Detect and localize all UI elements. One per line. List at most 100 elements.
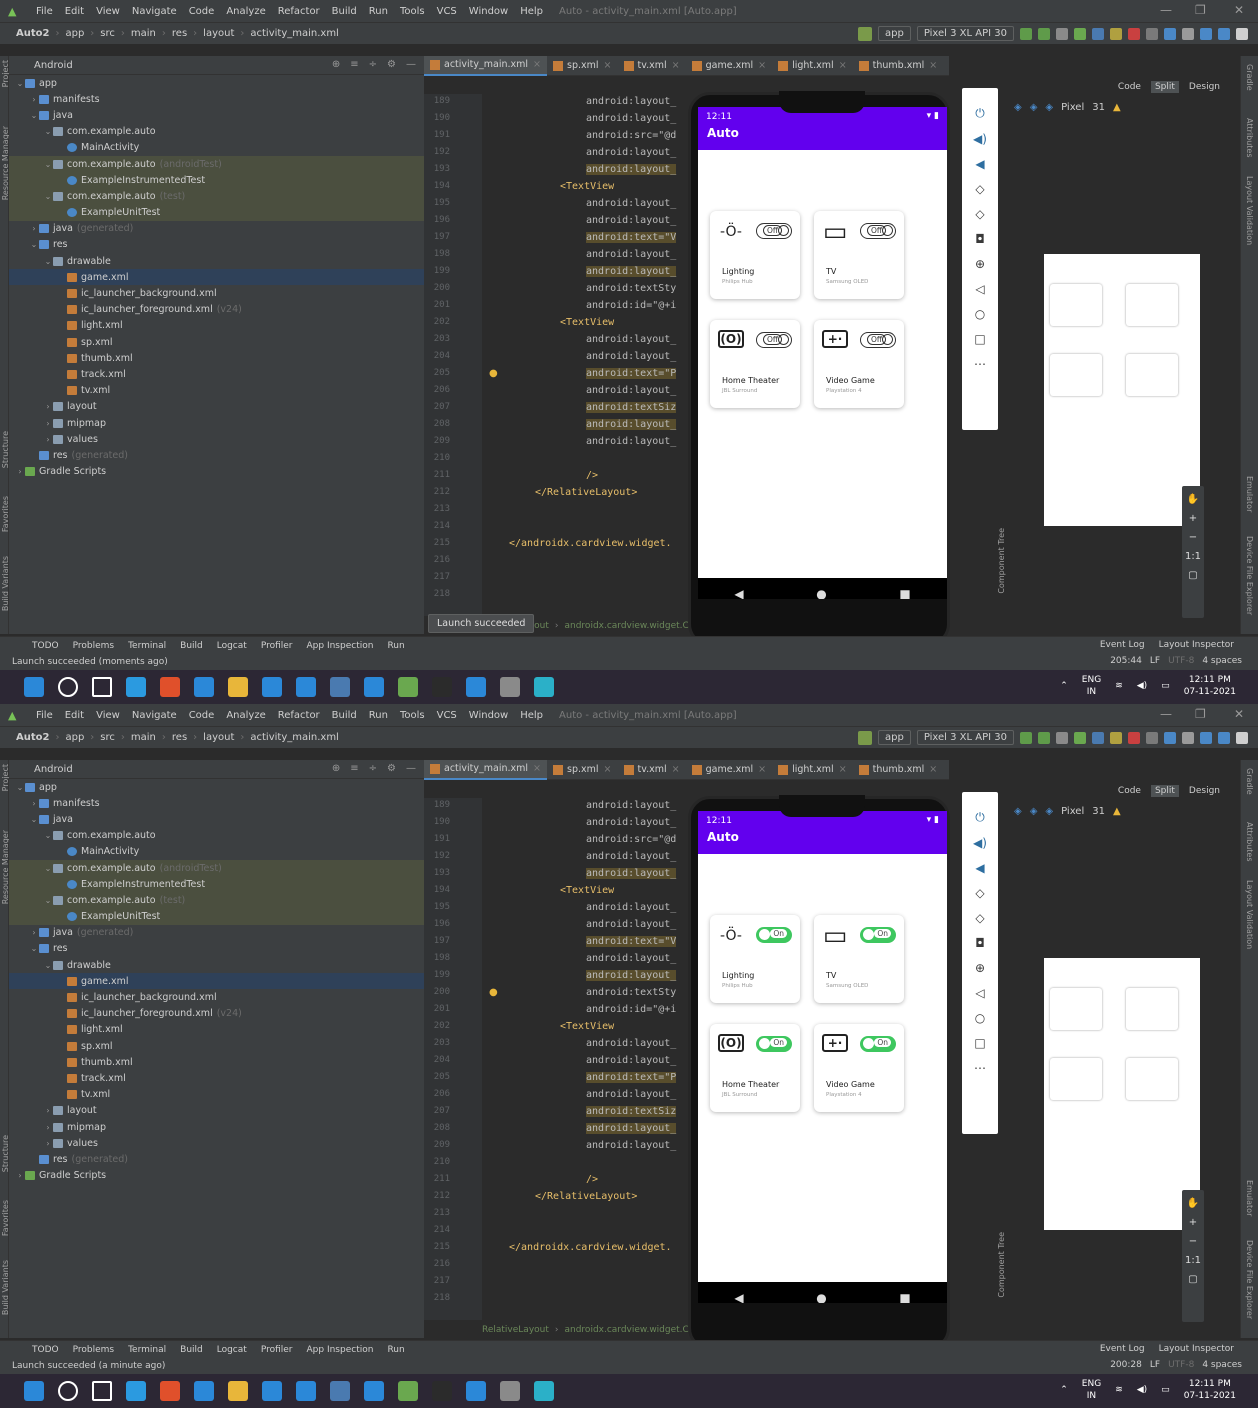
tool-layout-inspector[interactable]: Layout Inspector xyxy=(1159,640,1234,650)
home-icon[interactable]: ● xyxy=(816,587,826,599)
code-line[interactable]: android:layout_ xyxy=(586,419,677,430)
editor-breadcrumb-item[interactable]: RelativeLayout xyxy=(482,1325,549,1335)
language-indicator[interactable]: ENG IN xyxy=(1082,1378,1101,1402)
editor-tab[interactable]: light.xml × xyxy=(772,760,853,780)
locate-icon[interactable]: ⊕ xyxy=(332,59,340,70)
more-icon[interactable]: ⋯ xyxy=(974,357,986,371)
android-studio-icon[interactable] xyxy=(534,1381,554,1401)
project-tree-item[interactable]: › values xyxy=(9,431,424,447)
store-icon[interactable] xyxy=(296,1381,316,1401)
device-card-home-theater[interactable]: (O) Off Home Theater JBL Surround xyxy=(710,320,800,408)
project-tree-item[interactable]: sp.xml xyxy=(9,334,424,350)
project-tree-item[interactable]: game.xml xyxy=(9,973,424,990)
clock[interactable]: 12:11 PM 07-11-2021 xyxy=(1184,1378,1236,1402)
project-tree-item[interactable]: › java (generated) xyxy=(9,221,424,237)
code-line[interactable]: android:layout_ xyxy=(586,249,676,260)
tree-expander-icon[interactable]: ⌄ xyxy=(43,831,53,840)
brave-icon[interactable] xyxy=(160,677,180,697)
zoom-fit-icon[interactable]: ▢ xyxy=(1182,1274,1204,1285)
code-line[interactable]: /> xyxy=(586,470,598,481)
apply-code-icon[interactable] xyxy=(1056,731,1068,744)
camera-icon[interactable]: ◘ xyxy=(975,232,985,246)
tree-expander-icon[interactable]: › xyxy=(43,402,53,411)
tab-close-icon[interactable]: × xyxy=(672,764,680,775)
tree-expander-icon[interactable]: ⌄ xyxy=(43,961,53,970)
power-icon[interactable]: ⏻ xyxy=(975,810,985,825)
code-line[interactable]: android:textSiz xyxy=(586,402,677,413)
rotate-right-icon[interactable]: ◇ xyxy=(975,911,984,925)
code-line[interactable]: android:text="V xyxy=(586,936,677,947)
editor-tab[interactable]: tv.xml × xyxy=(618,760,686,780)
device-select[interactable]: Pixel 3 XL API 30 xyxy=(916,26,1014,41)
home-icon[interactable]: ● xyxy=(816,1291,826,1303)
code-line[interactable]: android:layout_ xyxy=(586,851,676,862)
tool-window-device-file-explorer[interactable]: Device File Explorer xyxy=(1245,1240,1254,1319)
menu-item-analyze[interactable]: Analyze xyxy=(220,710,271,721)
tool-window-emulator[interactable]: Emulator xyxy=(1245,1180,1254,1216)
design-mode-icon[interactable]: ◈ xyxy=(1014,102,1022,113)
attach-debugger-icon[interactable] xyxy=(1092,731,1104,744)
telegram-icon[interactable] xyxy=(126,677,146,697)
menu-item-run[interactable]: Run xyxy=(363,6,394,17)
tab-close-icon[interactable]: × xyxy=(758,60,766,71)
code-line[interactable]: </RelativeLayout> xyxy=(535,1191,637,1202)
code-line[interactable]: </RelativeLayout> xyxy=(535,487,637,498)
tool-app-inspection[interactable]: App Inspection xyxy=(307,1345,374,1355)
breadcrumb-activity_main-xml[interactable]: activity_main.xml xyxy=(250,28,338,39)
sdk-manager-icon[interactable] xyxy=(1182,731,1194,744)
project-tree-item[interactable]: sp.xml xyxy=(9,1038,424,1054)
run-config-select[interactable]: app xyxy=(877,26,911,41)
code-line[interactable]: android:layout_ xyxy=(586,1123,677,1134)
breadcrumb-layout[interactable]: layout xyxy=(203,732,234,743)
settings-icon[interactable] xyxy=(500,1381,520,1401)
component-tree-label[interactable]: Component Tree xyxy=(997,1232,1006,1298)
breadcrumb-auto2[interactable]: Auto2 xyxy=(16,732,49,743)
tab-close-icon[interactable]: × xyxy=(604,764,612,775)
volume-up-icon[interactable]: ◀) xyxy=(973,132,987,146)
code-line[interactable]: android:src="@d xyxy=(586,834,676,845)
tool-window-gradle[interactable]: Gradle xyxy=(1245,768,1254,795)
tree-expander-icon[interactable]: › xyxy=(15,1171,25,1180)
breadcrumb-src[interactable]: src xyxy=(100,732,115,743)
project-tree-item[interactable]: ⌄ com.example.auto (androidTest) xyxy=(9,859,424,877)
tool-problems[interactable]: Problems xyxy=(73,641,114,651)
device-card-home-theater[interactable]: (O) On Home Theater JBL Surround xyxy=(710,1024,800,1112)
tool-logcat[interactable]: Logcat xyxy=(217,1345,247,1355)
vscode-icon[interactable] xyxy=(398,1381,418,1401)
volume-icon[interactable]: ◀) xyxy=(1137,681,1147,691)
hammer-icon[interactable] xyxy=(857,26,872,41)
brave-icon[interactable] xyxy=(160,1381,180,1401)
code-line[interactable]: android:layout_ xyxy=(586,334,676,345)
volume-up-icon[interactable]: ◀) xyxy=(973,836,987,850)
line-separator[interactable]: LF xyxy=(1150,1360,1160,1370)
profile-icon[interactable] xyxy=(1110,731,1122,744)
intention-bulb-icon[interactable]: ● xyxy=(489,368,498,379)
menu-item-window[interactable]: Window xyxy=(463,710,514,721)
menu-item-window[interactable]: Window xyxy=(463,6,514,17)
blueprint-icon[interactable]: ◈ xyxy=(1030,806,1038,817)
editor-tab[interactable]: sp.xml × xyxy=(547,56,617,76)
project-tree-item[interactable]: res (generated) xyxy=(9,447,424,463)
code-line[interactable]: android:layout_ xyxy=(586,1055,676,1066)
zoom-fit-icon[interactable]: ▢ xyxy=(1182,570,1204,581)
code-line[interactable]: <TextView xyxy=(560,317,614,328)
home-icon[interactable]: ○ xyxy=(975,1011,985,1025)
menu-item-navigate[interactable]: Navigate xyxy=(126,710,183,721)
search-icon[interactable] xyxy=(58,677,78,697)
component-tree-label[interactable]: Component Tree xyxy=(997,528,1006,594)
project-tree-item[interactable]: ExampleInstrumentedTest xyxy=(9,172,424,189)
calculator-icon[interactable] xyxy=(330,1381,350,1401)
menu-item-tools[interactable]: Tools xyxy=(394,710,431,721)
device-toggle-switch[interactable]: Off xyxy=(756,332,792,348)
project-tree-item[interactable]: track.xml xyxy=(9,366,424,382)
menu-item-tools[interactable]: Tools xyxy=(394,6,431,17)
locate-icon[interactable]: ⊕ xyxy=(332,763,340,774)
project-tree-item[interactable]: ⌄ java xyxy=(9,107,424,123)
menu-item-vcs[interactable]: VCS xyxy=(431,6,463,17)
project-tree-item[interactable]: game.xml xyxy=(9,269,424,286)
code-line[interactable]: android:layout_ xyxy=(586,96,676,107)
tab-close-icon[interactable]: × xyxy=(604,60,612,71)
project-tree-item[interactable]: ⌄ app xyxy=(9,75,424,91)
device-toggle-switch[interactable]: Off xyxy=(860,332,896,348)
code-line[interactable]: /> xyxy=(586,1174,598,1185)
